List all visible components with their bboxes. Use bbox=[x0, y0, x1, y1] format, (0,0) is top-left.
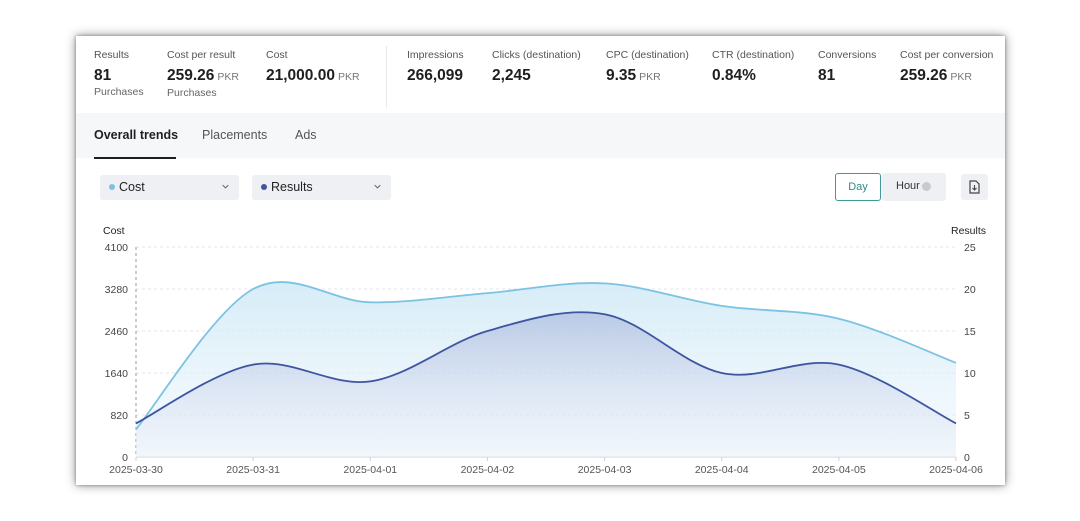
x-tick-label: 2025-03-30 bbox=[109, 464, 163, 476]
x-tick-label: 2025-04-04 bbox=[695, 464, 749, 476]
x-tick-label: 2025-04-05 bbox=[812, 464, 866, 476]
y-left-tick-label: 0 bbox=[122, 452, 128, 464]
x-tick-label: 2025-03-31 bbox=[226, 464, 280, 476]
y-left-tick-label: 1640 bbox=[105, 368, 129, 380]
trend-chart: 0 820 1640 2460 3280 4100 0 5 10 15 20 25 Cost Result… bbox=[103, 225, 986, 476]
y-left-tick-label: 3280 bbox=[105, 284, 129, 296]
y-right-tick-label: 20 bbox=[964, 284, 976, 296]
y-left-tick-label: 4100 bbox=[105, 242, 129, 254]
y-right-tick-label: 15 bbox=[964, 326, 976, 338]
x-tick-label: 2025-04-02 bbox=[461, 464, 515, 476]
y-right-tick-label: 10 bbox=[964, 368, 976, 380]
left-axis-title: Cost bbox=[103, 225, 125, 237]
x-tick-label: 2025-04-03 bbox=[578, 464, 632, 476]
y-left-tick-label: 820 bbox=[110, 410, 128, 422]
ad-report-card: Results 81 Purchases Cost per result 259.26 P… bbox=[76, 36, 1005, 485]
x-tick-label: 2025-04-01 bbox=[343, 464, 397, 476]
x-tick-label: 2025-04-06 bbox=[929, 464, 983, 476]
y-right-tick-label: 5 bbox=[964, 410, 970, 422]
y-right-tick-label: 25 bbox=[964, 242, 976, 254]
right-axis-title: Results bbox=[951, 225, 986, 237]
y-left-tick-label: 2460 bbox=[105, 326, 129, 338]
y-right-tick-label: 0 bbox=[964, 452, 970, 464]
